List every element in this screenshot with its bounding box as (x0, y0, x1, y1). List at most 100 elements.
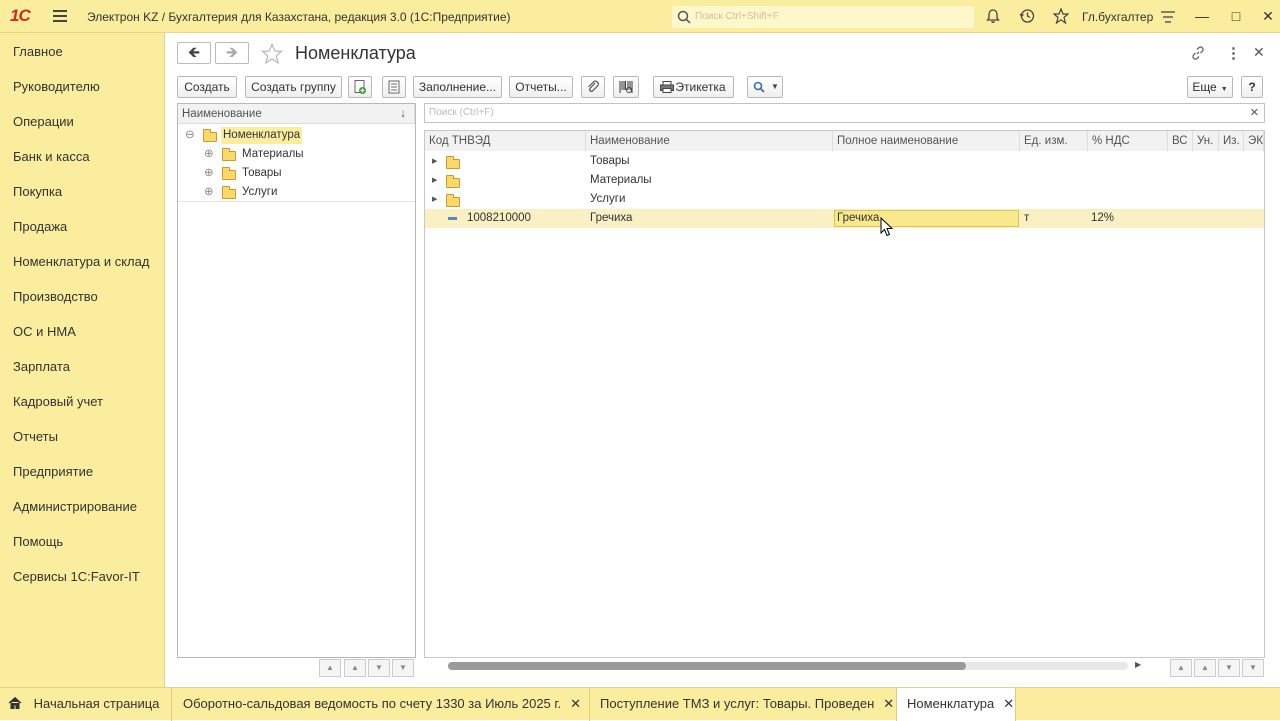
tab-turnover-report[interactable]: Оборотно-сальдовая ведомость по счету 13… (173, 688, 590, 721)
scroll-down-button[interactable]: ▼ (368, 659, 390, 677)
tree-header[interactable]: Наименование ↓ (178, 104, 415, 124)
table-row[interactable]: ▶ Услуги (425, 190, 1264, 209)
attach-button[interactable] (581, 76, 605, 98)
clear-search-icon[interactable]: ✕ (1250, 106, 1259, 119)
sidebar-item-production[interactable]: Производство (13, 289, 98, 304)
create-button[interactable]: Создать (177, 76, 237, 98)
sidebar-item-nomenclature[interactable]: Номенклатура и склад (13, 254, 149, 269)
print-label-button[interactable]: Этикетка (653, 76, 734, 98)
tree-node-root[interactable]: ⊖ Номенклатура (178, 126, 415, 145)
expand-icon[interactable]: ⊕ (204, 164, 214, 183)
tab-close-icon[interactable]: ✕ (1003, 696, 1014, 711)
sidebar-item-admin[interactable]: Администрирование (13, 499, 137, 514)
link-icon[interactable] (1190, 45, 1206, 61)
sidebar-item-purchase[interactable]: Покупка (13, 184, 62, 199)
folder-icon (222, 186, 236, 199)
list-search-input[interactable]: Поиск (Ctrl+F) ✕ (424, 103, 1265, 123)
settings-menu-icon[interactable] (1160, 10, 1176, 24)
expand-arrow-icon[interactable]: ▶ (432, 171, 437, 190)
list-scroll-up-button[interactable]: ▲ (1194, 659, 1216, 677)
expand-arrow-icon[interactable]: ▶ (432, 190, 437, 209)
column-header-code[interactable]: Код ТНВЭД (425, 131, 586, 151)
list-scroll-down-button[interactable]: ▼ (1218, 659, 1240, 677)
collapse-icon[interactable]: ⊖ (185, 126, 195, 145)
sidebar-item-reports[interactable]: Отчеты (13, 429, 58, 444)
scroll-up-button[interactable]: ▲ (344, 659, 366, 677)
bell-icon[interactable] (985, 8, 1001, 24)
column-header-iz[interactable]: Из. (1219, 131, 1244, 151)
sidebar-item-manager[interactable]: Руководителю (13, 79, 100, 94)
column-header-un[interactable]: Ун. (1193, 131, 1219, 151)
minimize-icon[interactable]: — (1194, 8, 1210, 24)
column-header-full-name[interactable]: Полное наименование (833, 131, 1020, 151)
maximize-icon[interactable]: □ (1228, 8, 1244, 24)
column-header-vs[interactable]: ВС (1168, 131, 1193, 151)
cell-name[interactable]: Гречиха (590, 209, 632, 228)
column-header-vat[interactable]: % НДС (1088, 131, 1168, 151)
expand-arrow-icon[interactable]: ▶ (432, 152, 437, 171)
search-icon (677, 10, 691, 24)
search-options-button[interactable]: ▼ (747, 76, 783, 98)
scroll-top-button[interactable]: ▲ (319, 659, 341, 677)
sidebar-item-assets[interactable]: ОС и НМА (13, 324, 76, 339)
main-menu-icon[interactable] (53, 10, 67, 22)
copy-button[interactable] (348, 76, 372, 98)
sidebar-item-enterprise[interactable]: Предприятие (13, 464, 93, 479)
tab-receipt[interactable]: Поступление ТМЗ и услуг: Товары. Проведе… (590, 688, 897, 721)
barcode-button[interactable] (613, 76, 639, 98)
cell-full-name[interactable]: Гречиха (834, 210, 1019, 227)
sidebar-item-salary[interactable]: Зарплата (13, 359, 70, 374)
close-form-icon[interactable]: ✕ (1253, 44, 1265, 61)
favorite-star-icon[interactable] (261, 43, 283, 65)
forward-button[interactable]: 🡺 (215, 42, 249, 64)
help-button[interactable]: ? (1241, 76, 1263, 98)
more-button[interactable]: Еще ▼ (1187, 76, 1233, 98)
tab-home[interactable]: Начальная страница (0, 688, 172, 721)
cell-unit[interactable]: т (1024, 209, 1029, 228)
column-header-ek[interactable]: ЭК (1244, 131, 1264, 151)
sidebar-item-help[interactable]: Помощь (13, 534, 63, 549)
reports-button[interactable]: Отчеты... (509, 76, 573, 98)
sort-arrow-icon[interactable]: ↓ (400, 104, 406, 124)
close-window-icon[interactable]: ✕ (1260, 8, 1276, 24)
table-row[interactable]: ▶ Товары (425, 152, 1264, 171)
groups-tree-panel: Наименование ↓ ⊖ Номенклатура ⊕ Материал… (177, 103, 416, 658)
cell-vat[interactable]: 12% (1091, 209, 1114, 228)
table-row[interactable]: ▶ Материалы (425, 171, 1264, 190)
current-user[interactable]: Гл.бухгалтер (1082, 10, 1153, 24)
column-header-name[interactable]: Наименование (586, 131, 833, 151)
sidebar-item-bank[interactable]: Банк и касса (13, 149, 90, 164)
favorites-star-icon[interactable] (1053, 8, 1069, 24)
tree-node-materials[interactable]: ⊕ Материалы (178, 145, 415, 164)
column-header-unit[interactable]: Ед. изм. (1020, 131, 1088, 151)
table-row-selected[interactable]: 1008210000 Гречиха Гречиха т 12% (425, 209, 1264, 228)
tab-close-icon[interactable]: ✕ (570, 696, 581, 711)
expand-icon[interactable]: ⊕ (204, 145, 214, 164)
tree-node-services[interactable]: ⊕ Услуги (178, 183, 415, 202)
scroll-right-icon[interactable]: ▶ (1135, 660, 1141, 669)
horizontal-scrollbar[interactable] (448, 662, 1128, 670)
list-scroll-bottom-button[interactable]: ▼ (1242, 659, 1264, 677)
tab-nomenclature[interactable]: Номенклатура ✕ (897, 688, 1016, 721)
global-search-input[interactable]: Поиск Ctrl+Shift+F (672, 6, 974, 28)
fill-button[interactable]: Заполнение... (413, 76, 502, 98)
sidebar-item-sales[interactable]: Продажа (13, 219, 67, 234)
add-copy-icon (354, 80, 366, 94)
list-scroll-top-button[interactable]: ▲ (1170, 659, 1192, 677)
sidebar-item-operations[interactable]: Операции (13, 114, 74, 129)
tree-node-goods[interactable]: ⊕ Товары (178, 164, 415, 183)
history-icon[interactable] (1019, 8, 1035, 24)
more-actions-icon[interactable]: ⋮ (1226, 44, 1241, 62)
create-group-button[interactable]: Создать группу (245, 76, 342, 98)
scroll-bottom-button[interactable]: ▼ (392, 659, 414, 677)
list-view-button[interactable] (382, 76, 406, 98)
cell-code[interactable]: 1008210000 (467, 209, 531, 228)
sidebar-item-services[interactable]: Сервисы 1С:Favor-IT (13, 569, 140, 584)
expand-icon[interactable]: ⊕ (204, 183, 214, 202)
sidebar-item-hr[interactable]: Кадровый учет (13, 394, 103, 409)
scrollbar-thumb[interactable] (448, 662, 966, 670)
tab-close-icon[interactable]: ✕ (883, 696, 894, 711)
app-logo[interactable]: 1С (10, 6, 31, 26)
sidebar-item-main[interactable]: Главное (13, 44, 63, 59)
back-button[interactable]: 🡸 (177, 42, 211, 64)
